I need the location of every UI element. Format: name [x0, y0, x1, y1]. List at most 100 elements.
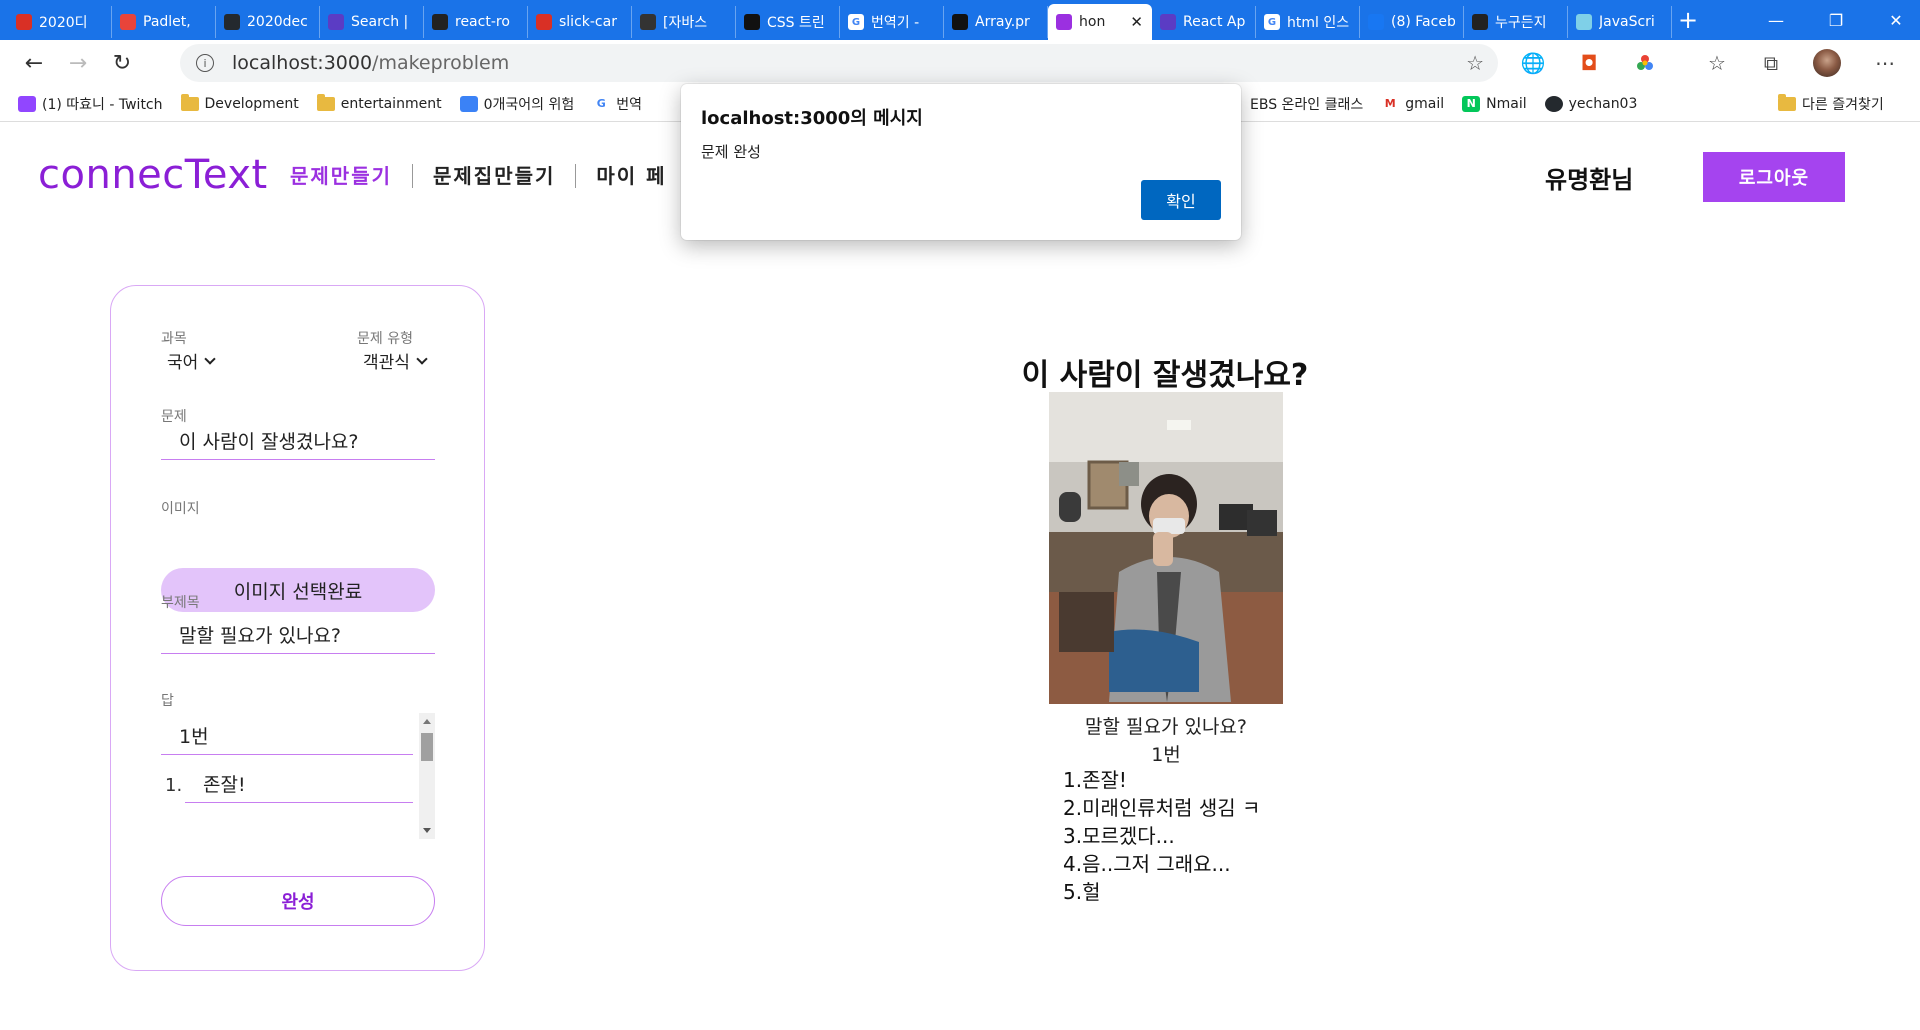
- bookmark-item[interactable]: N Nmail: [1462, 95, 1527, 112]
- bookmark-item[interactable]: (1) 따효니 - Twitch: [18, 94, 163, 114]
- profile-avatar[interactable]: [1812, 48, 1842, 78]
- reload-button[interactable]: ↻: [104, 45, 140, 81]
- browser-tab[interactable]: JavaScri: [1568, 6, 1672, 38]
- tab-list: 2020디 Padlet, 2020dec Search | react-ro slic…: [8, 0, 1672, 40]
- folder-icon: [316, 93, 335, 111]
- bookmark-item[interactable]: G 번역: [592, 94, 642, 114]
- subject-label: 과목: [161, 331, 187, 347]
- favorites-list-icon[interactable]: ☆: [1702, 48, 1732, 78]
- preview-photo: [1049, 392, 1283, 704]
- problem-form-card: 과목 국어 문제 유형 객관식 문제 이 사람이 잘생겼나요? 이미지 이미지 …: [110, 285, 485, 971]
- bookmark-item[interactable]: Development: [180, 93, 299, 112]
- translate-icon[interactable]: 🌐: [1518, 48, 1548, 78]
- tab-label: Padlet,: [143, 14, 191, 30]
- bookmark-label: 0개국어의 위험: [483, 96, 575, 113]
- url-text: localhost:3000/makeproblem: [232, 52, 510, 74]
- notion-icon: [536, 14, 552, 30]
- bookmark-item[interactable]: yechan03: [1544, 95, 1638, 112]
- bookmark-label: yechan03: [1568, 95, 1638, 112]
- google-icon: G: [848, 14, 864, 30]
- menu-my-page[interactable]: 마이 페: [576, 164, 686, 188]
- scroll-thumb[interactable]: [421, 733, 433, 761]
- facebook-icon: [1368, 14, 1384, 30]
- minimize-icon[interactable]: —: [1746, 0, 1806, 40]
- subtitle-input[interactable]: 말할 필요가 있나요?: [161, 616, 435, 654]
- answer-scroll-area[interactable]: 1번 1. 존잘!: [161, 713, 435, 839]
- tab-label: 2020dec: [247, 14, 308, 30]
- browser-toolbar: ← → ↻ i localhost:3000/makeproblem ☆ 🌐 ◘…: [0, 40, 1920, 86]
- close-window-icon[interactable]: ✕: [1866, 0, 1920, 40]
- scroll-down-icon[interactable]: [423, 828, 431, 833]
- browser-tab[interactable]: 2020dec: [216, 6, 320, 38]
- extension-color-icon[interactable]: [1630, 48, 1660, 78]
- question-input[interactable]: 이 사람이 잘생겼나요?: [161, 422, 435, 460]
- logout-button[interactable]: 로그아웃: [1703, 152, 1845, 202]
- pdf-icon: [16, 14, 32, 30]
- type-select[interactable]: 객관식: [363, 348, 428, 373]
- answer-scrollbar[interactable]: [419, 713, 435, 839]
- image-select-button[interactable]: 이미지 선택완료: [161, 568, 435, 612]
- tab-label: Search |: [351, 14, 409, 30]
- office-icon[interactable]: ◘: [1574, 48, 1604, 78]
- close-tab-icon[interactable]: ✕: [1130, 13, 1143, 31]
- browser-tab[interactable]: 누구든지: [1464, 6, 1568, 38]
- browser-tab[interactable]: hon ✕: [1048, 4, 1152, 40]
- subtitle-label: 부제목: [161, 595, 200, 611]
- other-bookmarks[interactable]: 다른 즐겨찾기: [1778, 93, 1884, 114]
- padlet-icon: [120, 14, 136, 30]
- google-icon: G: [1264, 14, 1280, 30]
- bookmark-label: Nmail: [1486, 95, 1527, 112]
- browser-tab[interactable]: (8) Faceb: [1360, 6, 1464, 38]
- site-info-icon[interactable]: i: [196, 54, 214, 72]
- type-label: 문제 유형: [357, 331, 413, 347]
- option-number: 1.: [165, 775, 183, 796]
- tab-label: hon: [1079, 14, 1106, 30]
- option-input[interactable]: 존잘!: [185, 765, 413, 803]
- bookmark-item[interactable]: 0개국어의 위험: [459, 94, 575, 114]
- browser-tab[interactable]: react-ro: [424, 6, 528, 38]
- browser-tab[interactable]: Padlet,: [112, 6, 216, 38]
- forward-button[interactable]: →: [60, 45, 96, 81]
- site-logo[interactable]: connecText: [38, 152, 268, 198]
- browser-tab[interactable]: [자바스: [632, 6, 736, 38]
- dialog-title: localhost:3000의 메시지: [701, 108, 923, 129]
- browser-tab[interactable]: 2020디: [8, 6, 112, 38]
- browser-tab[interactable]: G 번역기 -: [840, 6, 944, 38]
- scroll-up-icon[interactable]: [423, 719, 431, 724]
- tab-label: JavaScri: [1599, 14, 1655, 30]
- bookmark-item[interactable]: Mgmail: [1381, 95, 1445, 112]
- preview-option: 2.미래인류처럼 생김 ㅋ: [1063, 796, 1261, 820]
- preview-answer: 1번: [1151, 744, 1181, 766]
- more-menu-icon[interactable]: ⋯: [1870, 48, 1900, 78]
- complete-button[interactable]: 완성: [161, 876, 435, 926]
- chevron-down-icon: [416, 352, 428, 365]
- bookmark-item[interactable]: EBS 온라인 클래스: [1250, 94, 1363, 114]
- tab-label: CSS 트린: [767, 15, 825, 31]
- menu-make-problem-set[interactable]: 문제집만들기: [413, 164, 577, 188]
- bookmarks-left: (1) 따효니 - Twitch Development entertainment…: [0, 93, 642, 114]
- browser-tab[interactable]: CSS 트린: [736, 6, 840, 38]
- favorite-star-icon[interactable]: ☆: [1466, 51, 1484, 75]
- restore-icon[interactable]: ❐: [1806, 0, 1866, 40]
- speech-bubble-icon: [744, 14, 760, 30]
- menu-make-problem[interactable]: 문제만들기: [290, 164, 413, 188]
- browser-tab[interactable]: Ghtml 인스: [1256, 6, 1360, 38]
- browser-tab[interactable]: slick-car: [528, 6, 632, 38]
- bookmark-item[interactable]: entertainment: [316, 93, 442, 112]
- browser-tab[interactable]: Array.pr: [944, 6, 1048, 38]
- new-tab-button[interactable]: +: [1672, 6, 1704, 34]
- github-icon: [1544, 95, 1563, 112]
- react-icon: [1056, 14, 1072, 30]
- collections-icon[interactable]: ⧉: [1756, 48, 1786, 78]
- answer-input[interactable]: 1번: [161, 717, 413, 755]
- tab-label: React Ap: [1183, 14, 1246, 30]
- back-button[interactable]: ←: [16, 45, 52, 81]
- subject-select[interactable]: 국어: [167, 348, 216, 373]
- tab-label: (8) Faceb: [1391, 14, 1455, 30]
- google-icon: G: [592, 95, 611, 112]
- browser-tab[interactable]: React Ap: [1152, 6, 1256, 38]
- address-bar[interactable]: i localhost:3000/makeproblem ☆: [180, 44, 1498, 82]
- dialog-ok-button[interactable]: 확인: [1141, 180, 1221, 220]
- browser-tab[interactable]: Search |: [320, 6, 424, 38]
- bookmark-label: gmail: [1405, 95, 1445, 112]
